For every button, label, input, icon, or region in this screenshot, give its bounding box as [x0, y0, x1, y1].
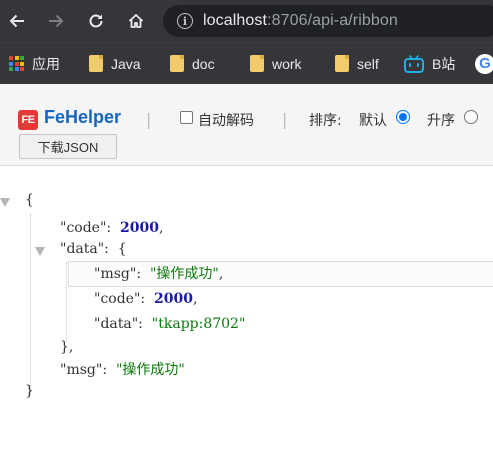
json-key: "code": [60, 220, 107, 236]
auto-decode-checkbox[interactable]: [180, 111, 193, 124]
info-icon[interactable]: i: [177, 13, 193, 29]
bookmark-google[interactable]: G: [475, 43, 493, 84]
json-colon: :: [106, 220, 112, 236]
bookmark-work[interactable]: work: [250, 43, 302, 84]
json-row-msg-outer: "msg": "操作成功": [60, 360, 185, 380]
bookmark-label: work: [272, 55, 302, 72]
json-key: "msg": [94, 266, 137, 282]
json-open-brace: {: [117, 241, 127, 257]
json-colon: :: [140, 291, 146, 307]
json-colon: :: [138, 316, 143, 332]
url-path: :8706/api-a/ribbon: [267, 12, 398, 29]
bookmark-label: doc: [192, 55, 215, 72]
bookmark-java[interactable]: Java: [89, 43, 141, 84]
bookmark-bilibili[interactable]: B站: [404, 43, 455, 84]
sort-default-radio[interactable]: [396, 110, 410, 124]
json-key: "data": [60, 241, 105, 257]
folder-icon: [89, 55, 103, 72]
back-icon[interactable]: [3, 7, 31, 35]
fehelper-logo-icon: FE: [18, 110, 38, 130]
json-row-data: "data": {: [60, 239, 127, 259]
json-comma: ,: [159, 220, 164, 236]
json-number-value: 2000: [120, 220, 159, 236]
json-close-brace: }: [25, 383, 34, 399]
collapse-toggle-icon[interactable]: [35, 247, 45, 256]
bilibili-icon: [404, 54, 424, 73]
apps-icon: [9, 56, 24, 71]
json-row-inner-data: "data": "tkapp:8702": [94, 314, 245, 334]
url-text: localhost:8706/api-a/ribbon: [203, 12, 398, 30]
folder-icon: [335, 55, 349, 72]
json-row-code: "code": 2000,: [60, 218, 163, 238]
url-host: localhost: [203, 12, 268, 29]
home-icon[interactable]: [122, 7, 150, 35]
json-string-value: "操作成功": [149, 266, 219, 282]
separator: |: [146, 110, 152, 129]
indent-guide: [66, 262, 67, 342]
json-string-value: "操作成功": [115, 362, 185, 378]
bookmarks-bar: 应用 Java doc work self B站 G: [0, 42, 493, 84]
forward-icon[interactable]: [42, 7, 70, 35]
bookmark-label: B站: [432, 55, 456, 72]
fehelper-title: FeHelper: [44, 107, 122, 127]
json-row-inner-code: "code": 2000,: [94, 289, 197, 309]
indent-guide: [30, 214, 31, 394]
download-json-button[interactable]: 下载JSON: [19, 134, 117, 159]
folder-icon: [170, 55, 184, 72]
bookmark-label: Java: [111, 55, 141, 72]
json-row-msg: "msg": "操作成功",: [94, 264, 223, 284]
auto-decode-label[interactable]: 自动解码: [198, 110, 254, 130]
json-close-brace: },: [60, 339, 74, 355]
sort-label: 排序:: [309, 113, 342, 129]
json-open-brace: {: [25, 192, 34, 208]
separator: |: [282, 110, 288, 129]
bookmark-label: 应用: [32, 55, 60, 72]
json-colon: :: [136, 266, 142, 282]
json-key: "code": [94, 291, 141, 307]
json-colon: :: [102, 362, 108, 378]
bookmark-self[interactable]: self: [335, 43, 379, 84]
fehelper-bar: FE FeHelper | 自动解码 | 排序: 默认 升序 下载JSON: [0, 84, 493, 166]
sort-asc-label[interactable]: 升序: [427, 110, 455, 130]
json-colon: :: [104, 241, 109, 257]
reload-icon[interactable]: [82, 7, 110, 35]
google-icon: G: [475, 53, 493, 74]
bookmark-label: self: [357, 55, 379, 72]
browser-toolbar: i localhost:8706/api-a/ribbon: [0, 0, 493, 42]
collapse-toggle-icon[interactable]: [0, 198, 10, 207]
json-viewer: { "code": 2000, "data": { "msg": "操作成功",…: [0, 166, 493, 474]
sort-default-label[interactable]: 默认: [359, 110, 387, 130]
json-string-value: "tkapp:8702": [151, 316, 246, 332]
sort-asc-radio[interactable]: [464, 110, 478, 124]
json-comma: ,: [218, 266, 224, 282]
bookmark-apps[interactable]: 应用: [9, 43, 60, 84]
json-comma: ,: [193, 291, 198, 307]
address-bar[interactable]: i localhost:8706/api-a/ribbon: [163, 5, 493, 37]
json-number-value: 2000: [154, 291, 193, 307]
folder-icon: [250, 55, 264, 72]
bookmark-doc[interactable]: doc: [170, 43, 215, 84]
json-key: "data": [94, 316, 139, 332]
json-key: "msg": [60, 362, 103, 378]
